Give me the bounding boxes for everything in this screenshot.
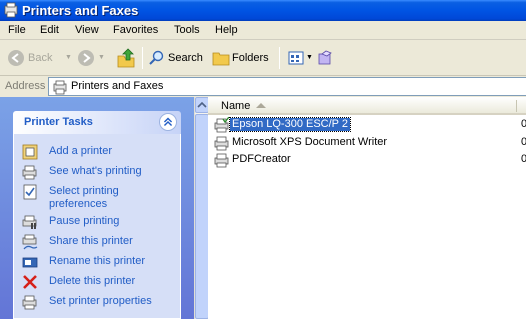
- address-label: Address: [5, 80, 46, 92]
- task-set-printer-properties[interactable]: Set printer properties: [22, 294, 180, 310]
- views-icon: [288, 51, 304, 65]
- back-dropdown-icon[interactable]: ▼: [65, 46, 72, 70]
- collapse-chevron-icon[interactable]: [159, 113, 177, 131]
- menu-help[interactable]: Help: [215, 21, 238, 40]
- list-item[interactable]: Epson LQ-300 ESC/P 2 0: [208, 117, 526, 133]
- forward-button[interactable]: ▼: [77, 46, 107, 70]
- menu-favorites[interactable]: Favorites: [113, 21, 158, 40]
- folders-icon: [212, 52, 230, 66]
- up-folder-button[interactable]: [117, 46, 137, 70]
- scroll-thumb[interactable]: [195, 114, 209, 319]
- preferences-icon: [23, 184, 37, 200]
- address-field[interactable]: Printers and Faxes: [48, 77, 526, 96]
- task-delete-printer[interactable]: Delete this printer: [22, 274, 180, 290]
- address-bar: Address Printers and Faxes: [0, 76, 526, 97]
- task-pane: Printer Tasks Add a printer See what's p…: [0, 97, 194, 319]
- window-title: Printers and Faxes: [22, 3, 139, 18]
- title-bar: Printers and Faxes: [0, 0, 526, 21]
- toolbar-separator: [142, 47, 143, 69]
- task-pane-scrollbar[interactable]: [194, 97, 209, 319]
- up-folder-icon: [117, 48, 135, 68]
- task-share-printer[interactable]: Share this printer: [22, 234, 180, 250]
- task-pause-printing[interactable]: Pause printing: [22, 214, 180, 230]
- task-select-printing-preferences[interactable]: Select printing preferences: [22, 184, 180, 212]
- task-see-whats-printing[interactable]: See what's printing: [22, 164, 180, 180]
- views-button[interactable]: ▼: [288, 46, 314, 70]
- folder-options-icon: [318, 50, 332, 65]
- printer-icon: [214, 136, 229, 151]
- search-icon: [149, 50, 164, 65]
- printer-documents-count: 0: [521, 153, 526, 165]
- address-value: Printers and Faxes: [71, 80, 164, 92]
- toolbar: Back ▼ ▼ Search Folders ▼: [0, 40, 526, 76]
- folders-button[interactable]: Folders: [212, 46, 272, 70]
- back-arrow-icon: [8, 50, 24, 66]
- search-button[interactable]: Search: [148, 46, 206, 70]
- menu-edit[interactable]: Edit: [40, 21, 59, 40]
- delete-icon: [23, 275, 37, 289]
- toolbar-separator: [279, 47, 280, 69]
- sort-ascending-icon: [256, 103, 266, 108]
- column-divider[interactable]: [516, 100, 517, 112]
- forward-arrow-icon: [78, 50, 94, 66]
- printer-name: PDFCreator: [232, 153, 291, 165]
- printer-documents-count: 0: [521, 118, 526, 130]
- task-rename-printer[interactable]: Rename this printer: [22, 254, 180, 270]
- pause-printer-icon: [22, 215, 37, 229]
- printer-tasks-list: Add a printer See what's printing Select…: [13, 134, 181, 319]
- folder-options-button[interactable]: [317, 46, 335, 70]
- printers-folder-icon: [4, 2, 18, 18]
- scroll-up-button[interactable]: [195, 97, 209, 113]
- list-item[interactable]: PDFCreator 0: [208, 152, 526, 168]
- share-printer-icon: [22, 234, 38, 250]
- printer-tasks-header[interactable]: Printer Tasks: [13, 111, 181, 134]
- printer-name: Microsoft XPS Document Writer: [232, 136, 388, 148]
- column-header-name[interactable]: Name: [208, 97, 526, 115]
- forward-dropdown-icon[interactable]: ▼: [98, 46, 105, 70]
- printer-queue-icon: [22, 165, 37, 180]
- menu-tools[interactable]: Tools: [174, 21, 200, 40]
- printer-icon: [214, 117, 230, 133]
- menu-view[interactable]: View: [75, 21, 99, 40]
- printer-name: Epson LQ-300 ESC/P 2: [229, 117, 351, 132]
- printer-documents-count: 0: [521, 136, 526, 148]
- menu-bar: File Edit View Favorites Tools Help: [0, 21, 526, 40]
- rename-icon: [22, 257, 38, 268]
- views-dropdown-icon[interactable]: ▼: [306, 46, 313, 70]
- printer-icon: [214, 153, 229, 168]
- list-item[interactable]: Microsoft XPS Document Writer 0: [208, 135, 526, 151]
- task-add-printer[interactable]: Add a printer: [22, 144, 180, 160]
- scroll-up-arrow-icon: [197, 101, 207, 108]
- back-button[interactable]: Back ▼: [5, 46, 72, 70]
- menu-file[interactable]: File: [8, 21, 26, 40]
- column-name-label: Name: [221, 100, 251, 112]
- printer-list-view: Name Epson LQ-300 ESC/P 2 0 Microsoft XP…: [208, 97, 526, 319]
- printer-tasks-title: Printer Tasks: [24, 116, 93, 128]
- add-printer-icon: [22, 144, 38, 160]
- properties-icon: [22, 295, 37, 310]
- printers-folder-icon: [53, 80, 67, 95]
